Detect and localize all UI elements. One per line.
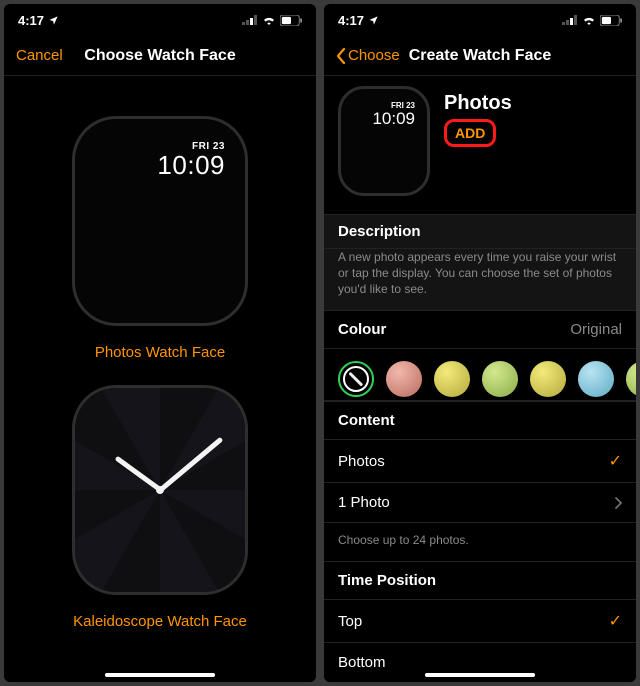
home-indicator[interactable] [105,673,215,677]
wifi-icon [582,15,596,25]
nav-bar: Cancel Choose Watch Face [4,36,316,76]
wifi-icon [262,15,276,25]
battery-icon [600,15,622,26]
statusbar-time: 4:17 [18,13,44,28]
colour-swatch[interactable] [482,361,518,397]
screen-choose-watch-face: 4:17 Cancel Choose Watch Face FRI 23 [4,4,316,682]
kaleidoscope-watch-face-label[interactable]: Kaleidoscope Watch Face [73,613,247,630]
cellular-signal-icon [242,15,258,25]
back-label: Choose [348,47,400,64]
add-button[interactable]: ADD [444,119,496,147]
kaleidoscope-watch-face-preview[interactable] [72,385,248,595]
colour-header-row: Colour Original [324,310,636,349]
analog-hands [75,388,245,592]
colour-swatch-original[interactable] [338,361,374,397]
chevron-left-icon [336,48,346,64]
location-icon [368,15,379,26]
preview-time: 10:09 [372,109,415,129]
row-label: Photos [338,453,385,470]
colour-swatch[interactable] [434,361,470,397]
back-button[interactable]: Choose [336,47,400,64]
location-icon [48,15,59,26]
colour-swatch[interactable] [626,361,636,397]
status-bar: 4:17 [4,4,316,36]
home-indicator[interactable] [425,673,535,677]
colour-header: Colour [338,321,386,338]
watch-face-preview: FRI 23 10:09 [338,86,430,196]
status-bar: 4:17 [324,4,636,36]
chevron-right-icon [614,497,622,509]
statusbar-time: 4:17 [338,13,364,28]
nav-bar: Choose Create Watch Face [324,36,636,76]
content-row-photos[interactable]: Photos ✓ [324,440,636,483]
photos-watch-face-preview[interactable]: FRI 23 10:09 [72,116,248,326]
watch-face-list: FRI 23 10:09 Photos Watch Face Kaleidosc… [4,76,316,682]
photos-watch-face-label[interactable]: Photos Watch Face [95,344,225,361]
checkmark-icon: ✓ [609,611,622,631]
nav-title: Create Watch Face [409,47,552,65]
detail-scroll[interactable]: FRI 23 10:09 Photos ADD Description A ne… [324,76,636,682]
colour-swatch[interactable] [578,361,614,397]
row-label: 1 Photo [338,494,390,511]
time-position-header-label: Time Position [338,572,436,589]
colour-swatches[interactable] [324,349,636,401]
preview-time: 10:09 [157,150,225,181]
colour-swatch[interactable] [530,361,566,397]
row-label: Top [338,613,362,630]
description-text: A new photo appears every time you raise… [324,249,636,310]
content-note: Choose up to 24 photos. [324,523,636,561]
content-header: Content [324,401,636,440]
content-header-label: Content [338,412,395,429]
time-position-header: Time Position [324,561,636,600]
screen-create-watch-face: 4:17 Choose Create Watch Face [324,4,636,682]
content-row-1-photo[interactable]: 1 Photo [324,483,636,523]
face-name: Photos [444,92,512,115]
description-header: Description [324,214,636,249]
cellular-signal-icon [562,15,578,25]
cancel-button[interactable]: Cancel [16,47,63,64]
colour-swatch[interactable] [386,361,422,397]
row-label: Bottom [338,654,386,671]
colour-selected: Original [570,321,622,338]
time-position-row-top[interactable]: Top ✓ [324,600,636,643]
hero: FRI 23 10:09 Photos ADD [324,76,636,214]
checkmark-icon: ✓ [609,451,622,471]
cancel-label: Cancel [16,47,63,64]
nav-title: Choose Watch Face [84,47,235,65]
battery-icon [280,15,302,26]
